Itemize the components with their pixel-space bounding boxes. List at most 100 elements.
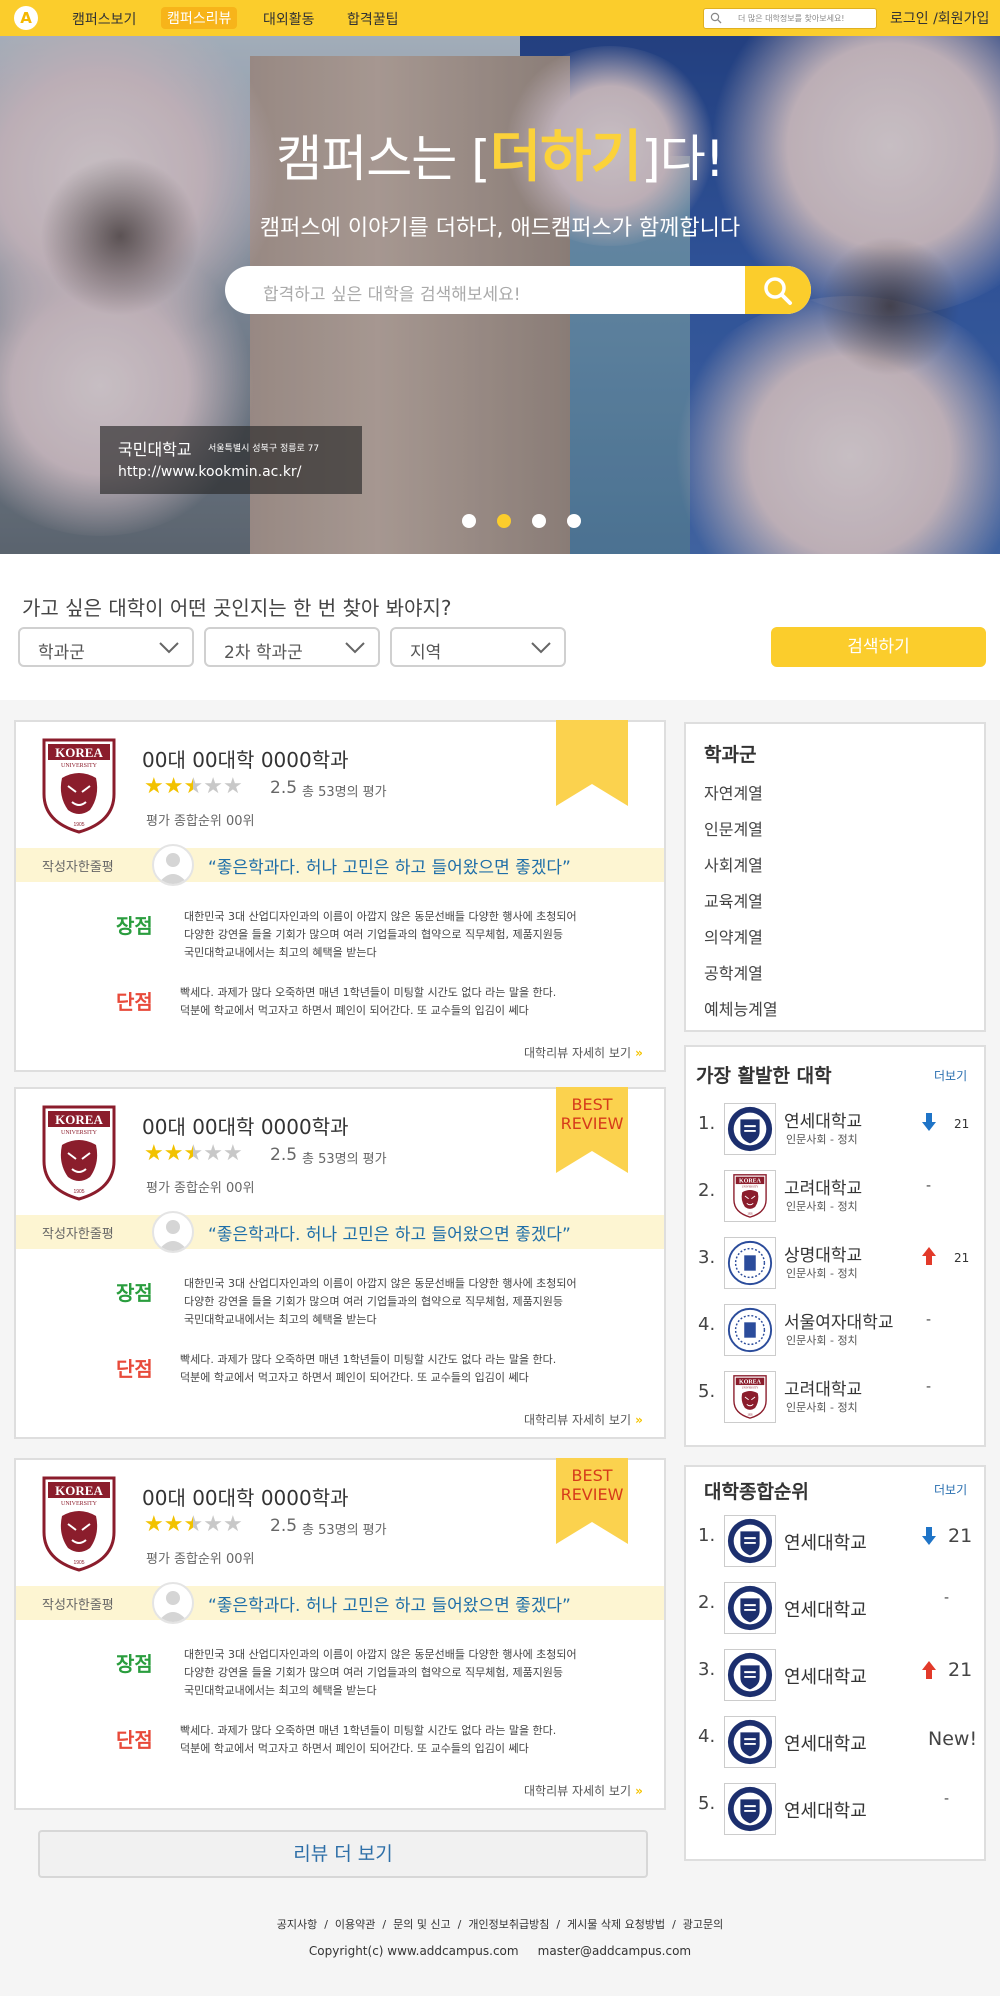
- one-line-review: 작성자한줄평 “좋은학과다. 허나 고민은 하고 들어왔으면 좋겠다”: [16, 1582, 664, 1624]
- active-universities-more-link[interactable]: 더보기: [934, 1067, 967, 1084]
- nav-campus-review[interactable]: 캠퍼스리뷰: [161, 7, 238, 29]
- category-item[interactable]: 의약계열: [704, 924, 763, 948]
- pros-label: 장점: [116, 1652, 153, 1676]
- trend-arrow: [922, 1113, 936, 1135]
- university-logo: KOREA UNIVERSITY 1905: [42, 1476, 116, 1572]
- trend-up-arrow-icon: [922, 1247, 936, 1265]
- yonsei-emblem-icon: [727, 1518, 773, 1564]
- hero-search-placeholder: 합격하고 싶은 대학을 검색해보세요!: [263, 285, 521, 305]
- select-sub-department-group[interactable]: 2차 학과군: [204, 627, 380, 667]
- category-item[interactable]: 교육계열: [704, 888, 763, 912]
- active-university-row[interactable]: 2. KOREA UNIVERSITY 1905 고려대학교 인문사회 - 정치 -: [686, 1166, 968, 1226]
- pros-label: 장점: [116, 1281, 153, 1305]
- cons-text: 빡세다. 과제가 많다 오죽하면 매년 1학년들이 미팅할 시간도 없다 라는 …: [180, 984, 620, 1020]
- active-university-row[interactable]: 1. 연세대학교 인문사회 - 정치 21: [686, 1099, 969, 1159]
- pros-line: 국민대학교내에서는 최고의 혜택을 받는다: [184, 946, 377, 959]
- star-icon: ★: [183, 774, 204, 799]
- university-department: 인문사회 - 정치: [786, 1401, 858, 1414]
- review-quote: “좋은학과다. 허나 고민은 하고 들어왔으면 좋겠다”: [208, 1596, 571, 1616]
- best-review-badge: BEST REVIEW: [560, 1095, 624, 1133]
- rank-number: 3.: [698, 1659, 716, 1680]
- slide-dot[interactable]: [532, 514, 546, 528]
- university-name: 연세대학교: [784, 1533, 867, 1554]
- category-item[interactable]: 자연계열: [704, 780, 763, 804]
- korea-university-crest-icon: KOREA UNIVERSITY 1905: [733, 1375, 767, 1419]
- caption-url[interactable]: http://www.kookmin.ac.kr/: [118, 464, 301, 480]
- category-item[interactable]: 예체능계열: [704, 996, 778, 1020]
- pros-line: 대한민국 3대 산업디자인과의 이름이 아깝지 않은 동문선배들 다양한 행사에…: [184, 1277, 577, 1290]
- top-search-input[interactable]: 더 많은 대학정보를 찾아보세요!: [703, 8, 877, 29]
- hero-search-input[interactable]: 합격하고 싶은 대학을 검색해보세요!: [225, 266, 811, 314]
- bookmark-ribbon: [556, 720, 628, 806]
- ranking-row[interactable]: 2. 연세대학교 -: [686, 1578, 968, 1638]
- department-title[interactable]: 00대 00대학 0000학과: [142, 1111, 349, 1140]
- rank-number: 4.: [698, 1726, 716, 1747]
- star-icon: ★: [222, 1512, 243, 1537]
- trend-down-arrow-icon: [922, 1527, 936, 1545]
- cons-line: 빡세다. 과제가 많다 오죽하면 매년 1학년들이 미팅할 시간도 없다 라는 …: [180, 1353, 557, 1366]
- slide-dot-active[interactable]: [497, 514, 511, 528]
- star-rating: ★★★★★: [144, 1141, 243, 1166]
- category-panel: 학과군 자연계열 인문계열 사회계열 교육계열 의약계열 공학계열 예체능계열: [684, 722, 986, 1032]
- pros-label: 장점: [116, 914, 153, 938]
- overall-ranking-more-link[interactable]: 더보기: [934, 1481, 967, 1498]
- category-title: 학과군: [704, 744, 757, 766]
- select-department-group[interactable]: 학과군: [18, 627, 194, 667]
- slide-dot[interactable]: [567, 514, 581, 528]
- active-university-row[interactable]: 4. 서울여자대학교 인문사회 - 정치 -: [686, 1300, 968, 1360]
- star-icon: ★: [183, 1512, 204, 1537]
- svg-text:KOREA: KOREA: [55, 1112, 103, 1127]
- hero-subtitle: 캠퍼스에 이야기를 더하다, 애드캠퍼스가 함께합니다: [259, 216, 741, 241]
- ranking-row[interactable]: 4. 연세대학교 New!: [686, 1712, 977, 1772]
- cons-line: 덕분에 학교에서 먹고자고 하면서 폐인이 되어간다. 또 교수들의 입김이 쎄…: [180, 1371, 529, 1384]
- slide-dot[interactable]: [462, 514, 476, 528]
- ranking-row[interactable]: 5. 연세대학교 -: [686, 1779, 968, 1839]
- university-name: 연세대학교: [784, 1112, 863, 1132]
- nav-activities[interactable]: 대외활동: [263, 9, 315, 29]
- university-logo: [724, 1582, 776, 1634]
- filter-search-button[interactable]: 검색하기: [771, 627, 986, 667]
- university-name: 연세대학교: [784, 1667, 867, 1688]
- review-detail-link[interactable]: 대학리뷰 자세히 보기 »: [524, 1411, 643, 1428]
- double-chevron-right-icon: »: [631, 1046, 643, 1060]
- site-logo[interactable]: A: [14, 6, 38, 30]
- review-detail-link[interactable]: 대학리뷰 자세히 보기 »: [524, 1044, 643, 1061]
- pros-line: 국민대학교내에서는 최고의 혜택을 받는다: [184, 1684, 377, 1697]
- rating-score: 2.5: [270, 778, 298, 798]
- login-signup-link[interactable]: 로그인 /회원가입: [890, 8, 989, 28]
- svg-text:1905: 1905: [73, 822, 84, 828]
- star-icon: ★: [222, 774, 243, 799]
- university-logo: [724, 1103, 776, 1155]
- overall-ranking-panel: 대학종합순위 더보기 1. 연세대학교 21 2. 연세대학교 - 3. 연세대학교 21…: [684, 1465, 986, 1861]
- footer-links[interactable]: 공지사항 / 이용약관 / 문의 및 신고 / 개인정보취급방침 / 게시물 삭…: [0, 1916, 1000, 1932]
- yonsei-emblem-icon: [727, 1719, 773, 1765]
- active-university-row[interactable]: 3. 상명대학교 인문사회 - 정치 21: [686, 1233, 970, 1293]
- nav-admission-tips[interactable]: 합격꿀팁: [347, 9, 399, 29]
- category-item[interactable]: 공학계열: [704, 960, 763, 984]
- review-detail-link[interactable]: 대학리뷰 자세히 보기 »: [524, 1782, 643, 1799]
- nav-campus-view[interactable]: 캠퍼스보기: [72, 9, 136, 29]
- department-title[interactable]: 00대 00대학 0000학과: [142, 1482, 349, 1511]
- search-icon: [764, 277, 792, 305]
- active-universities-panel: 가장 활발한 대학 더보기 1. 연세대학교 인문사회 - 정치 21 2. KORE…: [684, 1045, 986, 1447]
- select-region[interactable]: 지역: [390, 627, 566, 667]
- cons-line: 빡세다. 과제가 많다 오죽하면 매년 1학년들이 미팅할 시간도 없다 라는 …: [180, 986, 557, 999]
- more-reviews-button[interactable]: 리뷰 더 보기: [38, 1830, 648, 1878]
- star-icon: ★: [163, 774, 184, 799]
- rank-number: 5.: [698, 1381, 716, 1402]
- one-line-review: 작성자한줄평 “좋은학과다. 허나 고민은 하고 들어왔으면 좋겠다”: [16, 844, 664, 886]
- rank-change: 21: [954, 1251, 970, 1265]
- best-review-badge: BEST REVIEW: [560, 1466, 624, 1504]
- university-department: 인문사회 - 정치: [786, 1267, 858, 1280]
- category-item[interactable]: 사회계열: [704, 852, 763, 876]
- ranking-row[interactable]: 3. 연세대학교 21: [686, 1645, 972, 1705]
- category-item[interactable]: 인문계열: [704, 816, 763, 840]
- active-university-row[interactable]: 5. KOREA UNIVERSITY 1905 고려대학교 인문사회 - 정치 -: [686, 1367, 968, 1427]
- university-department: 인문사회 - 정치: [786, 1200, 858, 1213]
- ranking-row[interactable]: 1. 연세대학교 21: [686, 1511, 972, 1571]
- department-title[interactable]: 00대 00대학 0000학과: [142, 744, 349, 773]
- yonsei-emblem-icon: [727, 1652, 773, 1698]
- korea-university-crest-icon: KOREA UNIVERSITY 1905: [42, 1476, 116, 1572]
- hero-search-button[interactable]: [745, 266, 811, 314]
- trend-arrow: [922, 1247, 936, 1269]
